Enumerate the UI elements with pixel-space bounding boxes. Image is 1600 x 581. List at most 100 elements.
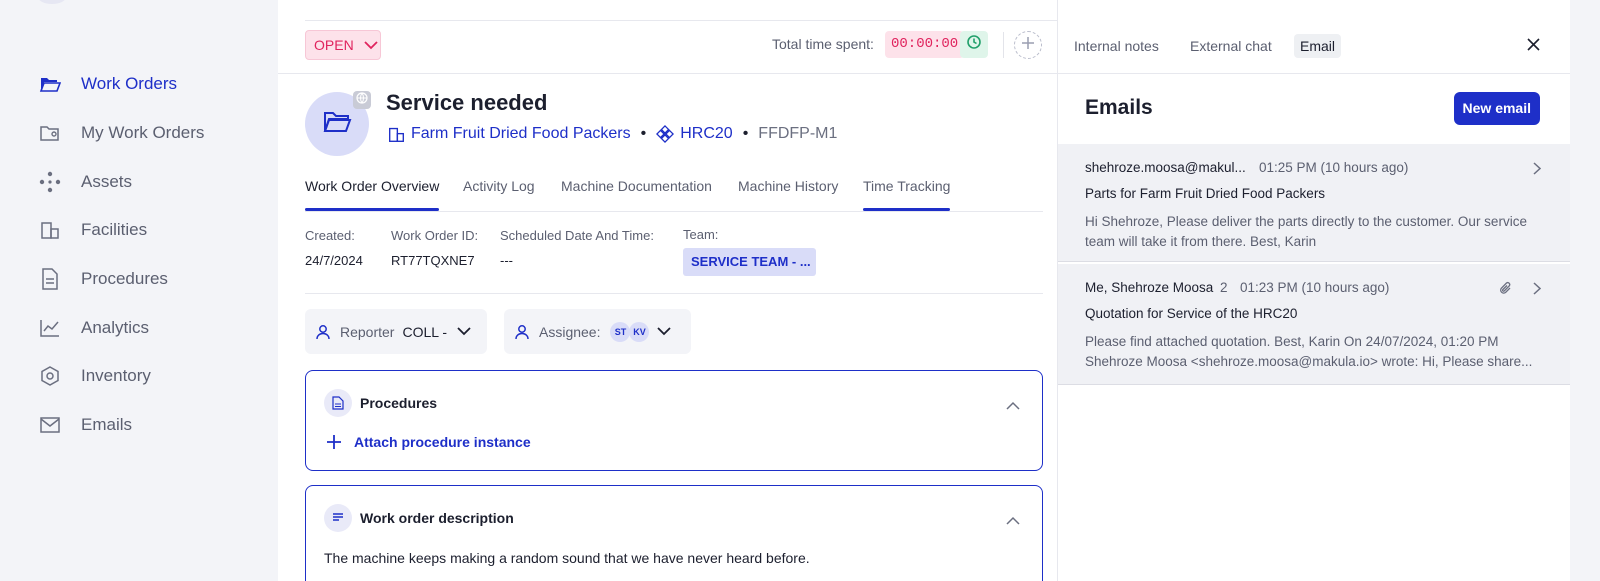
email-sender: shehroze.moosa@makul...	[1085, 160, 1246, 175]
divider	[1058, 73, 1570, 74]
folder-icon	[38, 72, 62, 96]
sidebar: Work Orders My Work Orders Assets Facili…	[0, 0, 278, 581]
description-title: Work order description	[360, 510, 514, 526]
reporter-label: Reporter	[340, 323, 395, 340]
sidebar-item-label: Inventory	[81, 366, 151, 386]
sidebar-item-assets[interactable]: Assets	[38, 157, 204, 206]
tab-machine-documentation[interactable]: Machine Documentation	[561, 178, 712, 194]
created-value: 24/7/2024	[305, 253, 363, 268]
assets-icon	[38, 170, 62, 194]
reporter-selector[interactable]: Reporter COLL -	[305, 309, 487, 354]
time-spent-value: 00:00:00	[885, 31, 965, 58]
tab-bar: Work Order Overview Activity Log Machine…	[305, 174, 1043, 212]
sidebar-item-my-work-orders[interactable]: My Work Orders	[38, 109, 204, 158]
chevron-up-icon[interactable]	[1006, 512, 1020, 530]
sidebar-item-facilities[interactable]: Facilities	[38, 206, 204, 255]
procedures-title: Procedures	[360, 395, 438, 411]
avatar: KV	[629, 321, 650, 342]
sidebar-nav: Work Orders My Work Orders Assets Facili…	[38, 60, 204, 450]
facility-link[interactable]: Farm Fruit Dried Food Packers	[388, 125, 631, 143]
page-title: Service needed	[386, 90, 548, 115]
status-dropdown[interactable]: OPEN	[305, 30, 381, 60]
logo	[38, 0, 66, 4]
email-subject: Parts for Farm Fruit Dried Food Packers	[1085, 186, 1326, 201]
work-order-id-value: RT77TQXNE7	[391, 253, 475, 268]
sidebar-item-label: Procedures	[81, 269, 168, 289]
email-time: 01:23 PM (10 hours ago)	[1240, 280, 1390, 295]
new-email-button[interactable]: New email	[1453, 92, 1540, 125]
sidebar-item-inventory[interactable]: Inventory	[38, 352, 204, 401]
add-button[interactable]	[1014, 31, 1042, 59]
chevron-down-icon	[457, 327, 471, 336]
email-subject: Quotation for Service of the HRC20	[1085, 306, 1298, 321]
folder-icon	[322, 109, 352, 140]
email-preview: Please find attached quotation. Best, Ka…	[1085, 334, 1533, 369]
assignee-label: Assignee:	[539, 323, 601, 340]
emails-title: Emails	[1085, 96, 1153, 119]
divider	[1003, 32, 1004, 58]
tab-email[interactable]: Email	[1294, 34, 1342, 58]
asset-code: FFDFP-M1	[758, 125, 838, 142]
work-order-meta: Farm Fruit Dried Food Packers • HRC20 • …	[388, 125, 837, 143]
reporter-value: COLL -	[402, 323, 448, 340]
tab-time-tracking[interactable]: Time Tracking	[863, 178, 950, 194]
time-spent-label: Total time spent:	[772, 36, 874, 52]
sidebar-item-label: Facilities	[81, 220, 148, 240]
time-log-button[interactable]	[960, 31, 988, 58]
procedures-card: Procedures Attach procedure instance	[305, 370, 1043, 471]
sidebar-item-label: Assets	[81, 171, 133, 191]
facility-name: Farm Fruit Dried Food Packers	[411, 125, 631, 142]
building-icon	[388, 126, 405, 143]
building-icon	[38, 218, 62, 242]
folder-user-icon	[38, 121, 62, 145]
tab-activity-log[interactable]: Activity Log	[463, 178, 535, 194]
text-lines-icon	[324, 504, 352, 532]
document-icon	[324, 389, 352, 417]
procedures-header: Procedures	[324, 389, 437, 417]
inventory-icon	[38, 364, 62, 388]
separator-dot: •	[742, 125, 749, 142]
chart-icon	[38, 316, 62, 340]
globe-icon	[356, 91, 368, 109]
email-thread-item[interactable]: shehroze.moosa@makul... 01:25 PM (10 hou…	[1058, 144, 1571, 262]
sidebar-item-label: Work Orders	[81, 74, 178, 94]
mail-icon	[38, 413, 62, 437]
document-icon	[38, 267, 62, 291]
email-preview: Hi Shehroze, Please deliver the parts di…	[1085, 214, 1527, 249]
tab-work-order-overview[interactable]: Work Order Overview	[305, 178, 439, 194]
chevron-down-icon	[657, 327, 672, 336]
assets-icon	[656, 125, 675, 143]
close-icon[interactable]	[1527, 38, 1540, 56]
plus-icon	[1021, 36, 1035, 55]
created-label: Created:	[305, 228, 355, 243]
sidebar-item-analytics[interactable]: Analytics	[38, 303, 204, 352]
communication-panel: Internal notes External chat Email Email…	[1057, 0, 1571, 581]
globe-badge[interactable]	[353, 91, 371, 109]
sidebar-item-work-orders[interactable]: Work Orders	[38, 60, 204, 109]
attach-procedure-button[interactable]: Attach procedure instance	[326, 434, 531, 450]
sidebar-item-procedures[interactable]: Procedures	[38, 255, 204, 304]
tab-internal-notes[interactable]: Internal notes	[1074, 38, 1159, 54]
scheduled-value: ---	[500, 253, 513, 268]
team-field: Team: SERVICE TEAM - ...	[683, 227, 816, 276]
asset-name: HRC20	[680, 125, 733, 142]
active-tab-indicator	[305, 208, 439, 211]
sidebar-item-emails[interactable]: Emails	[38, 401, 204, 450]
asset-link[interactable]: HRC20	[656, 125, 733, 143]
scheduled-field: Scheduled Date And Time: ---	[500, 228, 654, 268]
tab-machine-history[interactable]: Machine History	[738, 178, 838, 194]
email-thread-item[interactable]: Me, Shehroze Moosa 2 01:23 PM (10 hours …	[1058, 264, 1571, 385]
team-badge[interactable]: SERVICE TEAM - ...	[683, 248, 816, 276]
sidebar-item-label: Emails	[81, 415, 133, 435]
avatar: ST	[610, 321, 631, 342]
chevron-up-icon[interactable]	[1006, 397, 1020, 415]
work-order-avatar	[305, 91, 371, 156]
assignee-selector[interactable]: Assignee: ST KV	[504, 309, 691, 354]
sidebar-item-label: Analytics	[81, 317, 150, 337]
email-count: 2	[1220, 280, 1228, 295]
work-order-main: OPEN Total time spent: 00:00:00 Service …	[278, 0, 1057, 581]
divider	[305, 20, 1057, 21]
sidebar-item-label: My Work Orders	[81, 123, 205, 143]
tab-external-chat[interactable]: External chat	[1190, 38, 1272, 54]
email-time: 01:25 PM (10 hours ago)	[1259, 160, 1409, 175]
